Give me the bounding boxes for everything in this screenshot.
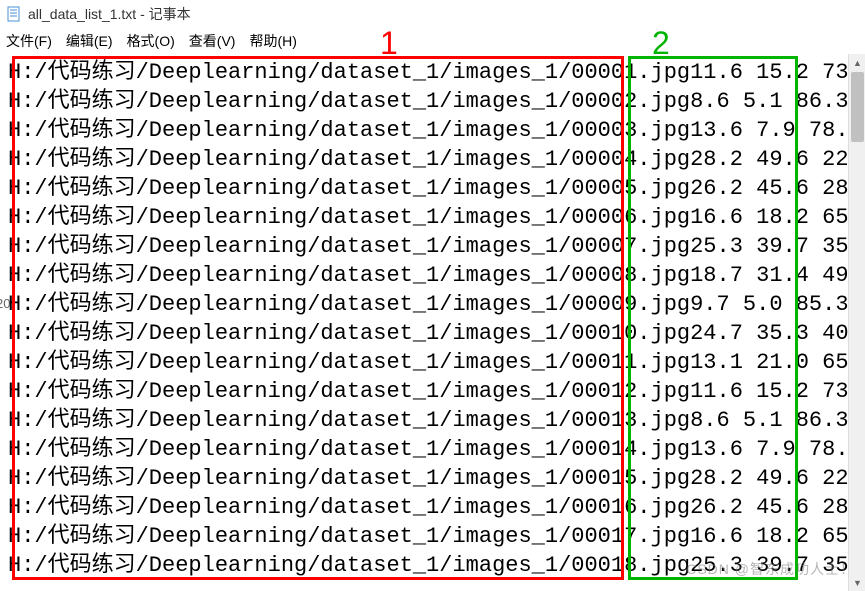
file-path: H:/代码练习/Deeplearning/dataset_1/images_1/…	[8, 116, 690, 145]
menu-file[interactable]: 文件(F)	[6, 31, 52, 51]
watermark-text: CSDN @智东成功人士！	[686, 559, 855, 579]
text-line[interactable]: H:/代码练习/Deeplearning/dataset_1/images_1/…	[8, 261, 857, 290]
text-line[interactable]: H:/代码练习/Deeplearning/dataset_1/images_1/…	[8, 464, 857, 493]
values: 18.7 31.4 49.9	[690, 261, 865, 290]
values: 26.2 45.6 28.2	[690, 493, 865, 522]
text-line[interactable]: H:/代码练习/Deeplearning/dataset_1/images_1/…	[8, 406, 857, 435]
file-path: H:/代码练习/Deeplearning/dataset_1/images_1/…	[8, 522, 690, 551]
file-path: H:/代码练习/Deeplearning/dataset_1/images_1/…	[8, 145, 690, 174]
values: 9.7 5.0 85.3	[690, 290, 848, 319]
values: 16.6 18.2 65.2	[690, 522, 865, 551]
values: 8.6 5.1 86.3	[690, 87, 848, 116]
file-path: H:/代码练习/Deeplearning/dataset_1/images_1/…	[8, 435, 690, 464]
values: 24.7 35.3 40.0	[690, 319, 865, 348]
values: 11.6 15.2 73.2	[690, 377, 865, 406]
text-line[interactable]: H:/代码练习/Deeplearning/dataset_1/images_1/…	[8, 377, 857, 406]
values: 16.6 18.2 65.2	[690, 203, 865, 232]
menu-bar: 20 文件(F) 编辑(E) 格式(O) 查看(V) 帮助(H)	[0, 28, 865, 54]
file-path: H:/代码练习/Deeplearning/dataset_1/images_1/…	[8, 87, 690, 116]
values: 28.2 49.6 22.2	[690, 145, 865, 174]
values: 26.2 45.6 28.2	[690, 174, 865, 203]
text-line[interactable]: H:/代码练习/Deeplearning/dataset_1/images_1/…	[8, 145, 857, 174]
text-line[interactable]: H:/代码练习/Deeplearning/dataset_1/images_1/…	[8, 290, 857, 319]
file-path: H:/代码练习/Deeplearning/dataset_1/images_1/…	[8, 377, 690, 406]
file-path: H:/代码练习/Deeplearning/dataset_1/images_1/…	[8, 406, 690, 435]
text-line[interactable]: H:/代码练习/Deeplearning/dataset_1/images_1/…	[8, 232, 857, 261]
values: 28.2 49.6 22.2	[690, 464, 865, 493]
file-path: H:/代码练习/Deeplearning/dataset_1/images_1/…	[8, 58, 690, 87]
text-content[interactable]: H:/代码练习/Deeplearning/dataset_1/images_1/…	[0, 54, 865, 584]
file-path: H:/代码练习/Deeplearning/dataset_1/images_1/…	[8, 319, 690, 348]
annotation-label-1: 1	[380, 25, 398, 62]
text-line[interactable]: H:/代码练习/Deeplearning/dataset_1/images_1/…	[8, 174, 857, 203]
menu-help[interactable]: 帮助(H)	[249, 31, 296, 51]
scrollbar-thumb[interactable]	[851, 72, 864, 142]
text-line[interactable]: H:/代码练习/Deeplearning/dataset_1/images_1/…	[8, 493, 857, 522]
text-line[interactable]: H:/代码练习/Deeplearning/dataset_1/images_1/…	[8, 58, 857, 87]
file-path: H:/代码练习/Deeplearning/dataset_1/images_1/…	[8, 348, 690, 377]
values: 13.6 7.9 78.5	[690, 435, 862, 464]
values: 13.1 21.0 65.9	[690, 348, 865, 377]
text-line[interactable]: H:/代码练习/Deeplearning/dataset_1/images_1/…	[8, 87, 857, 116]
menu-view[interactable]: 查看(V)	[189, 31, 236, 51]
file-path: H:/代码练习/Deeplearning/dataset_1/images_1/…	[8, 290, 690, 319]
title-bar: all_data_list_1.txt - 记事本	[0, 0, 865, 28]
text-line[interactable]: H:/代码练习/Deeplearning/dataset_1/images_1/…	[8, 522, 857, 551]
file-path: H:/代码练习/Deeplearning/dataset_1/images_1/…	[8, 232, 690, 261]
window-title: all_data_list_1.txt - 记事本	[28, 4, 191, 24]
text-line[interactable]: H:/代码练习/Deeplearning/dataset_1/images_1/…	[8, 116, 857, 145]
values: 8.6 5.1 86.3	[690, 406, 848, 435]
values: 11.6 15.2 73.2	[690, 58, 865, 87]
file-path: H:/代码练习/Deeplearning/dataset_1/images_1/…	[8, 203, 690, 232]
text-line[interactable]: H:/代码练习/Deeplearning/dataset_1/images_1/…	[8, 203, 857, 232]
file-path: H:/代码练习/Deeplearning/dataset_1/images_1/…	[8, 464, 690, 493]
scroll-up-arrow-icon[interactable]: ▲	[849, 54, 865, 71]
file-path: H:/代码练习/Deeplearning/dataset_1/images_1/…	[8, 174, 690, 203]
file-path: H:/代码练习/Deeplearning/dataset_1/images_1/…	[8, 493, 690, 522]
vertical-scrollbar[interactable]: ▲ ▼	[848, 54, 865, 591]
values: 25.3 39.7 35.0	[690, 232, 865, 261]
menu-edit[interactable]: 编辑(E)	[66, 31, 113, 51]
text-line[interactable]: H:/代码练习/Deeplearning/dataset_1/images_1/…	[8, 348, 857, 377]
text-line[interactable]: H:/代码练习/Deeplearning/dataset_1/images_1/…	[8, 435, 857, 464]
file-path: H:/代码练习/Deeplearning/dataset_1/images_1/…	[8, 261, 690, 290]
file-path: H:/代码练习/Deeplearning/dataset_1/images_1/…	[8, 551, 690, 580]
menu-format[interactable]: 格式(O)	[127, 31, 175, 51]
notepad-icon	[6, 6, 22, 22]
text-line[interactable]: H:/代码练习/Deeplearning/dataset_1/images_1/…	[8, 319, 857, 348]
values: 13.6 7.9 78.5	[690, 116, 862, 145]
annotation-label-2: 2	[652, 25, 670, 62]
